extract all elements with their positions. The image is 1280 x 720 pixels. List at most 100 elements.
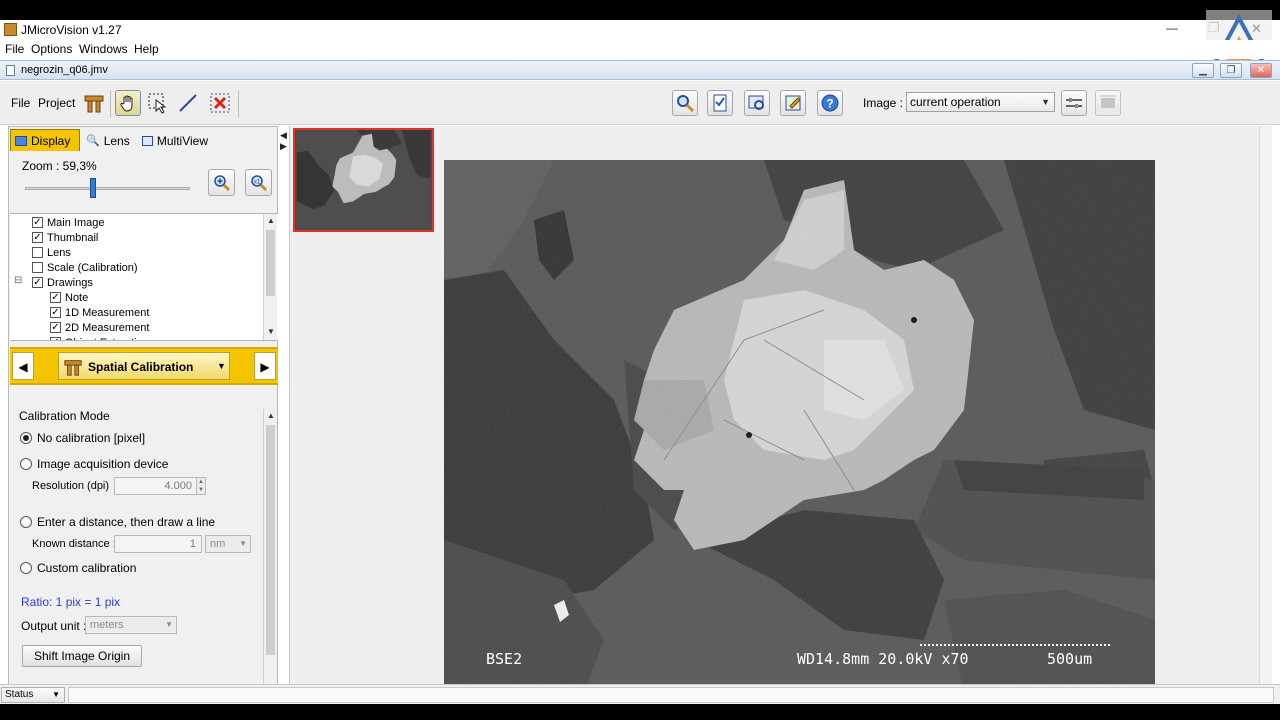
scroll-up-arrow[interactable]: ▲	[265, 411, 277, 421]
calibration-scrollbar[interactable]: ▲ ▼	[263, 409, 277, 697]
edit-report-button[interactable]	[780, 90, 806, 116]
layer-checkbox[interactable]	[32, 217, 43, 228]
calibration-option-custom[interactable]: Custom calibration	[20, 561, 136, 575]
next-module-button[interactable]: ▶	[254, 352, 276, 380]
menu-windows[interactable]: Windows	[79, 42, 128, 56]
zoom-in-button[interactable]	[208, 169, 235, 196]
menu-file[interactable]: File	[5, 42, 24, 56]
layer-icon	[1100, 95, 1116, 108]
zoom-slider-handle[interactable]	[89, 178, 96, 198]
layer-checkbox[interactable]	[50, 337, 61, 340]
zoom-slider-track[interactable]	[25, 187, 190, 190]
line-tool-button[interactable]	[175, 90, 201, 116]
thumbnail-view[interactable]	[293, 128, 434, 232]
resolution-input[interactable]: 4.000	[114, 477, 198, 495]
layer-checkbox[interactable]	[32, 247, 43, 258]
title-bar: JMicroVision v1.27 — ❐ ✕	[0, 20, 1280, 40]
image-select[interactable]: current operation ▼	[906, 92, 1055, 112]
scroll-down-arrow[interactable]: ▼	[265, 327, 277, 337]
previous-module-button[interactable]: ◀	[12, 352, 34, 380]
minimize-button[interactable]: —	[1166, 21, 1178, 35]
layer-tree-item[interactable]: Lens	[32, 245, 71, 260]
shift-image-origin-button[interactable]: Shift Image Origin	[22, 645, 142, 667]
layer-label: Object Extraction	[65, 337, 149, 341]
viewer-scrollbar-right[interactable]	[1259, 126, 1272, 698]
scroll-thumb[interactable]	[266, 425, 275, 655]
delete-icon	[210, 93, 230, 113]
delete-tool-button[interactable]	[207, 90, 233, 116]
radio-enter-distance[interactable]	[20, 516, 32, 528]
select-tool-button[interactable]	[145, 90, 171, 116]
image-acquisition-info: WD14.8mm 20.0kV x70	[797, 650, 969, 668]
layer-tree-item[interactable]: ⊟ Drawings	[14, 275, 93, 290]
chevron-down-icon: ▼	[1041, 97, 1050, 107]
micrograph-image	[444, 160, 1155, 692]
layer-checkbox[interactable]	[32, 277, 43, 288]
adjust-button[interactable]	[1061, 90, 1087, 116]
doc-minimize-button[interactable]: ▁	[1192, 63, 1214, 78]
layer-tree-item[interactable]: Object Extraction	[50, 335, 149, 341]
pan-tool-button[interactable]	[115, 90, 141, 116]
toolbar-project-menu[interactable]: Project	[38, 96, 75, 110]
tab-lens-label: Lens	[103, 133, 130, 148]
chevron-down-icon: ▼	[217, 361, 226, 371]
menu-options[interactable]: Options	[31, 42, 72, 56]
chevron-down-icon: ▼	[239, 539, 247, 548]
radio-custom-calibration[interactable]	[20, 562, 32, 574]
tree-collapse-icon[interactable]: ⊟	[14, 275, 22, 286]
radio-no-calibration[interactable]	[20, 432, 32, 444]
layer-checkbox[interactable]	[50, 307, 61, 318]
layer-tree-item[interactable]: 1D Measurement	[50, 305, 149, 320]
output-unit-value: meters	[90, 619, 124, 631]
menu-help[interactable]: Help	[134, 42, 159, 56]
calibration-option-acquisition[interactable]: Image acquisition device	[20, 457, 168, 471]
tab-multiview[interactable]: MultiView	[137, 129, 213, 151]
radio-acquisition-device[interactable]	[20, 458, 32, 470]
checklist-button[interactable]	[707, 90, 733, 116]
calibration-option-none[interactable]: No calibration [pixel]	[20, 431, 145, 445]
layer-tree-item[interactable]: Thumbnail	[32, 230, 98, 245]
layer-tree-scrollbar[interactable]: ▲ ▼	[263, 214, 277, 340]
status-dropdown[interactable]: Status ▼	[1, 687, 65, 703]
known-distance-unit-select[interactable]: nm ▼	[205, 535, 251, 553]
edit-document-icon	[785, 95, 801, 111]
layer-tree-item[interactable]: Main Image	[32, 215, 104, 230]
tab-display[interactable]: Display	[10, 129, 80, 151]
main-image[interactable]: BSE2 WD14.8mm 20.0kV x70 500um	[444, 160, 1155, 692]
chevron-down-icon: ▼	[165, 620, 173, 629]
output-unit-label: Output unit :	[21, 619, 87, 633]
image-view-button[interactable]	[744, 90, 770, 116]
layer-checkbox[interactable]	[32, 232, 43, 243]
calibration-tool-button[interactable]	[81, 90, 107, 116]
zoom-label: Zoom : 59,3%	[22, 159, 97, 173]
svg-text:?: ?	[826, 97, 833, 111]
zoom-search-button[interactable]	[672, 90, 698, 116]
scroll-thumb[interactable]	[266, 230, 275, 296]
known-distance-input[interactable]: 1	[114, 535, 202, 553]
checklist-icon	[713, 94, 727, 112]
doc-maximize-button[interactable]: ❐	[1220, 63, 1242, 78]
layer-checkbox[interactable]	[50, 292, 61, 303]
collapse-panel-arrow[interactable]: ◀ ▶	[280, 130, 287, 152]
scroll-up-arrow[interactable]: ▲	[265, 216, 277, 226]
toolbar-separator	[110, 90, 111, 118]
zoom-actual-size-button[interactable]: x1	[245, 169, 272, 196]
module-select[interactable]: Spatial Calibration ▼	[58, 352, 230, 380]
help-button[interactable]: ?	[817, 90, 843, 116]
layer-tree-item[interactable]: 2D Measurement	[50, 320, 149, 335]
calibration-option-distance[interactable]: Enter a distance, then draw a line	[20, 515, 215, 529]
tab-lens[interactable]: 🔍 Lens	[81, 129, 137, 151]
output-unit-select[interactable]: meters ▼	[85, 616, 177, 634]
radio-enter-distance-label: Enter a distance, then draw a line	[37, 515, 216, 529]
main-toolbar: File Project ? Image: current operation…	[0, 81, 1280, 125]
doc-close-button[interactable]: ✕	[1250, 63, 1272, 78]
layer-checkbox[interactable]	[50, 322, 61, 333]
layer-tree-item[interactable]: Scale (Calibration)	[32, 260, 137, 275]
image-select-value: current operation	[910, 95, 1001, 109]
resolution-spinner[interactable]: ▲ ▼	[196, 477, 206, 495]
layer-tree-item[interactable]: Note	[50, 290, 88, 305]
layer-checkbox[interactable]	[32, 262, 43, 273]
radio-acquisition-label: Image acquisition device	[37, 457, 169, 471]
toolbar-file-menu[interactable]: File	[11, 96, 30, 110]
multiview-icon	[142, 135, 153, 146]
